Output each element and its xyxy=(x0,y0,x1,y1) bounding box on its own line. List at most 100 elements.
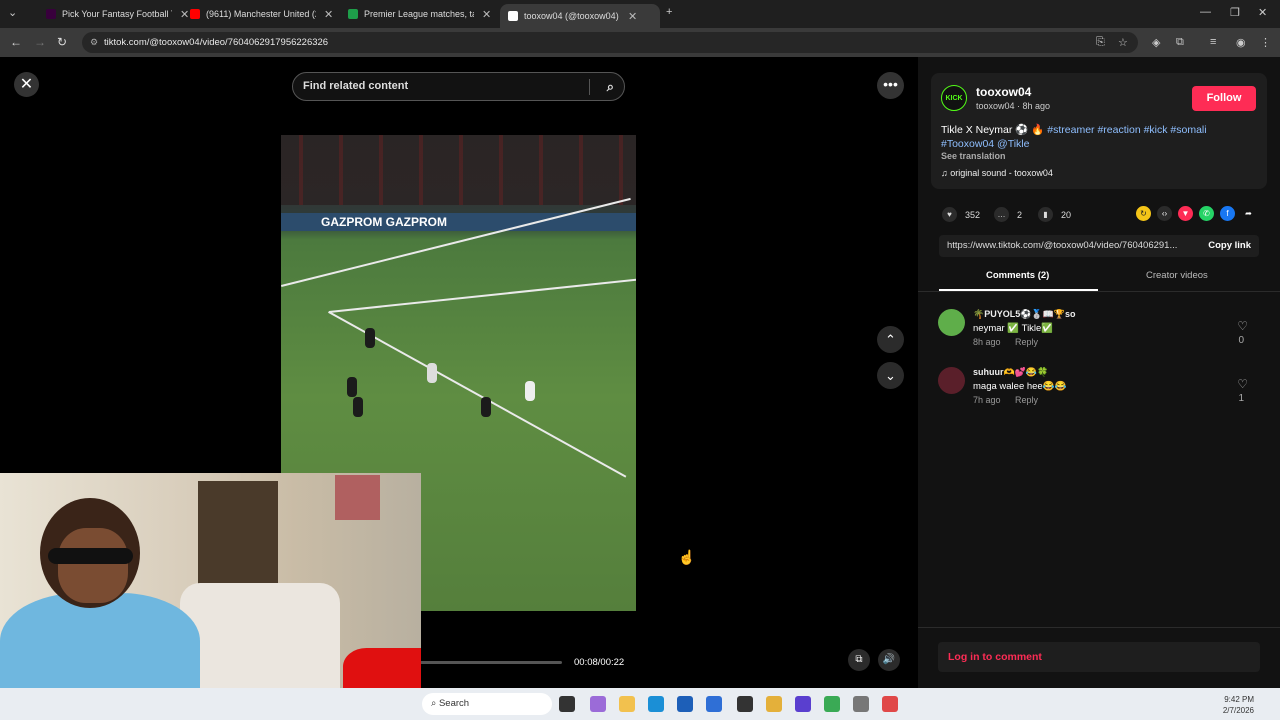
tab-manchester[interactable]: (9611) Manchester United (2-0) ✕ xyxy=(182,4,341,24)
app-active-icon[interactable] xyxy=(882,696,898,712)
stadium-stand xyxy=(281,135,636,205)
tab-divider xyxy=(918,291,1280,292)
sunglasses xyxy=(48,548,133,564)
obs-icon[interactable] xyxy=(737,696,753,712)
tab-menu-icon[interactable]: ⌄ xyxy=(8,6,17,19)
search-icon[interactable]: ⌕ xyxy=(607,73,614,100)
username[interactable]: tooxow04 xyxy=(976,85,1031,99)
copilot-icon[interactable] xyxy=(590,696,606,712)
search-icon: ⌕ xyxy=(431,698,439,709)
restore-icon[interactable]: ❐ xyxy=(1230,6,1240,19)
repost-share-button[interactable]: ↻ xyxy=(1136,206,1151,221)
reply-button[interactable]: Reply xyxy=(1015,337,1038,347)
commenter-name[interactable]: 🌴PUYOL5⚽🥈📖🏆so xyxy=(973,309,1076,320)
search-input[interactable]: Find related content ⌕ xyxy=(292,72,625,101)
shield-icon[interactable]: ◈ xyxy=(1152,36,1160,49)
more-share-button[interactable]: ➦ xyxy=(1241,206,1256,221)
bookmark-star-icon[interactable]: ☆ xyxy=(1118,36,1128,49)
player xyxy=(427,363,437,383)
reload-icon[interactable]: ↻ xyxy=(57,35,67,49)
commenter-avatar[interactable] xyxy=(938,309,965,336)
tab-title: Premier League matches, tables xyxy=(364,9,474,19)
comment-text: maga walee hee😂😂 xyxy=(973,381,1067,392)
youtube-favicon-icon xyxy=(190,9,200,19)
clock-time: 9:42 PM xyxy=(1224,695,1254,704)
browser-tab-bar: ⌄ Pick Your Fantasy Football Team ✕ (961… xyxy=(0,0,1280,28)
tab-comments[interactable]: Comments (2) xyxy=(986,270,1049,281)
post-info-card: KICK tooxow04 tooxow04 · 8h ago Follow T… xyxy=(931,73,1267,189)
avatar[interactable]: KICK xyxy=(941,85,967,111)
music-note-icon: ♫ xyxy=(941,168,951,178)
close-tab-icon[interactable]: ✕ xyxy=(628,10,637,23)
details-panel: KICK tooxow04 tooxow04 · 8h ago Follow T… xyxy=(918,57,1280,688)
send-share-button[interactable]: ▼ xyxy=(1178,206,1193,221)
settings-icon[interactable] xyxy=(853,696,869,712)
task-view-icon[interactable] xyxy=(559,696,575,712)
back-icon[interactable]: ← xyxy=(10,35,22,49)
tab-tiktok[interactable]: tooxow04 (@tooxow04) | TikTok ✕ xyxy=(500,4,660,28)
video-link[interactable]: https://www.tiktok.com/@tooxow04/video/7… xyxy=(947,235,1192,257)
comment-like-icon[interactable]: ♡ xyxy=(1237,377,1248,391)
video-progress-bar[interactable] xyxy=(420,661,562,664)
comment-login-bar: Log in to comment xyxy=(918,627,1280,688)
outlook-icon[interactable] xyxy=(706,696,722,712)
comment-button[interactable]: … 2 xyxy=(994,207,1022,222)
windows-taskbar: ⌕ Search 9:42 PM 2/7/2026 xyxy=(0,688,1280,720)
profile-icon[interactable]: ◉ xyxy=(1236,36,1246,49)
more-options-button[interactable]: ••• xyxy=(877,72,904,99)
close-tab-icon[interactable]: ✕ xyxy=(324,8,333,21)
window-close-icon[interactable]: ✕ xyxy=(1258,6,1267,19)
volume-button[interactable]: 🔊 xyxy=(878,649,900,671)
comment-icon: … xyxy=(994,207,1009,222)
sound-link[interactable]: ♫ original sound - tooxow04 xyxy=(941,168,1053,178)
tab-creator-videos[interactable]: Creator videos xyxy=(1146,270,1208,281)
extensions-icon[interactable]: ⧉ xyxy=(1176,36,1184,49)
video-timecode: 00:08/00:22 xyxy=(574,657,625,668)
whatsapp-share-button[interactable]: ✆ xyxy=(1199,206,1214,221)
see-translation-link[interactable]: See translation xyxy=(941,151,1006,161)
file-explorer-icon[interactable] xyxy=(619,696,635,712)
minimize-icon[interactable]: — xyxy=(1200,6,1211,18)
reply-button[interactable]: Reply xyxy=(1015,395,1038,405)
save-button[interactable]: ▮ 20 xyxy=(1038,207,1071,222)
next-video-button[interactable]: ⌄ xyxy=(877,362,904,389)
menu-icon[interactable]: ⋮ xyxy=(1260,36,1271,49)
previous-video-button[interactable]: ⌃ xyxy=(877,326,904,353)
system-clock[interactable]: 9:42 PM 2/7/2026 xyxy=(1223,694,1254,716)
caption-text: Tikle X Neymar ⚽ 🔥 xyxy=(941,124,1045,136)
url-field[interactable]: ⚙ tiktok.com/@tooxow04/video/76040629179… xyxy=(82,32,1138,53)
repost-icon: ↻ xyxy=(1140,209,1147,218)
tab-fantasy[interactable]: Pick Your Fantasy Football Team ✕ xyxy=(38,4,197,24)
tab-title: (9611) Manchester United (2-0) xyxy=(206,9,316,19)
floating-player-button[interactable]: ⧉ xyxy=(848,649,870,671)
install-icon[interactable]: ⎘ xyxy=(1096,36,1105,49)
commenter-avatar[interactable] xyxy=(938,367,965,394)
close-video-button[interactable]: ✕ xyxy=(14,72,39,97)
facebook-share-button[interactable]: f xyxy=(1220,206,1235,221)
media-icon[interactable]: ≡ xyxy=(1210,36,1216,48)
ellipsis-icon: ••• xyxy=(883,76,898,92)
close-tab-icon[interactable]: ✕ xyxy=(482,8,491,21)
embed-share-button[interactable]: ‹› xyxy=(1157,206,1172,221)
site-info-icon[interactable]: ⚙ xyxy=(90,32,98,53)
like-button[interactable]: ♥ 352 xyxy=(942,207,980,222)
taskbar-search[interactable]: ⌕ Search xyxy=(422,693,552,715)
sound-name: original sound - tooxow04 xyxy=(950,168,1053,178)
new-tab-icon[interactable]: + xyxy=(666,6,672,18)
chrome-profile-icon[interactable] xyxy=(824,696,840,712)
commenter-name[interactable]: suhuur🫶💕😂🍀 xyxy=(973,367,1048,378)
app-icon[interactable] xyxy=(795,696,811,712)
forward-icon[interactable]: → xyxy=(34,35,46,49)
store-icon[interactable] xyxy=(677,696,693,712)
follow-button[interactable]: Follow xyxy=(1192,86,1256,111)
chrome-icon[interactable] xyxy=(766,696,782,712)
edge-icon[interactable] xyxy=(648,696,664,712)
copy-link-button[interactable]: Copy link xyxy=(1208,235,1251,257)
login-to-comment-button[interactable]: Log in to comment xyxy=(938,642,1260,672)
bookmark-icon: ▮ xyxy=(1038,207,1053,222)
post-subline: tooxow04 · 8h ago xyxy=(976,101,1051,111)
send-icon: ▼ xyxy=(1181,209,1190,218)
sheet-favicon-icon xyxy=(348,9,358,19)
tab-premier-league[interactable]: Premier League matches, tables ✕ xyxy=(340,4,499,24)
comment-like-icon[interactable]: ♡ xyxy=(1237,319,1248,333)
